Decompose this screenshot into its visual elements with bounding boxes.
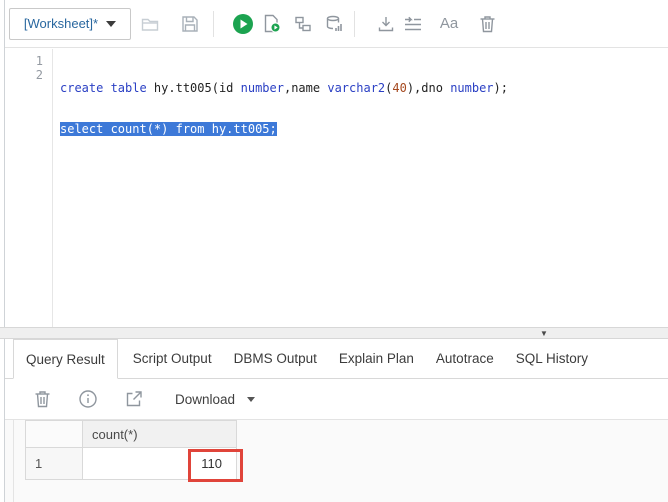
result-toolbar: Download: [5, 379, 668, 420]
grid-corner-cell[interactable]: [25, 420, 83, 448]
open-in-new-icon[interactable]: [123, 388, 145, 410]
run-statement-icon[interactable]: [232, 13, 254, 35]
editor-toolbar: [Worksheet]* Aa: [5, 0, 668, 48]
delete-result-icon[interactable]: [31, 388, 53, 410]
toolbar-separator: [213, 10, 214, 37]
sql-worksheet-app: [Worksheet]* Aa 1 2 create table hy.tt00…: [0, 0, 668, 502]
grid-area-border: [13, 420, 14, 502]
line-number: 1: [35, 54, 43, 68]
download-editor-icon[interactable]: [375, 13, 397, 35]
tab-autotrace[interactable]: Autotrace: [424, 339, 505, 378]
tab-sql-history[interactable]: SQL History: [504, 339, 599, 378]
download-caret-icon: [247, 396, 256, 402]
worksheet-label: [Worksheet]*: [23, 16, 99, 31]
toolbar-separator: [354, 10, 355, 37]
tab-explain-plan[interactable]: Explain Plan: [327, 339, 425, 378]
collapse-panel-icon[interactable]: ▼: [540, 329, 548, 338]
panel-splitter[interactable]: ▼: [0, 327, 668, 339]
save-icon[interactable]: [179, 13, 201, 35]
line-number-gutter: 1 2: [5, 49, 53, 327]
result-grid-area: count(*) 1 110: [5, 420, 668, 502]
chevron-down-icon: [106, 20, 117, 27]
sql-code-editor[interactable]: 1 2 create table hy.tt005(id number,name…: [5, 49, 668, 327]
result-panel: Query Result Script Output DBMS Output E…: [5, 339, 668, 502]
autotrace-icon[interactable]: [323, 13, 345, 35]
code-line-1: create table hy.tt005(id number,name var…: [60, 81, 508, 95]
tab-dbms-output[interactable]: DBMS Output: [222, 339, 328, 378]
line-number: 2: [35, 67, 43, 82]
download-result-button[interactable]: Download: [175, 391, 256, 407]
run-script-icon[interactable]: [260, 13, 282, 35]
tab-script-output[interactable]: Script Output: [121, 339, 223, 378]
format-icon[interactable]: [402, 13, 424, 35]
code-line-2: select count(*) from hy.tt005;: [60, 121, 508, 137]
font-size-icon[interactable]: Aa: [436, 13, 462, 35]
code-area: create table hy.tt005(id number,name var…: [53, 49, 508, 327]
clear-icon[interactable]: [476, 13, 498, 35]
grid-header-row: count(*): [25, 420, 237, 448]
open-folder-icon[interactable]: [139, 13, 161, 35]
result-tab-bar: Query Result Script Output DBMS Output E…: [5, 339, 668, 379]
column-header-count[interactable]: count(*): [83, 420, 237, 448]
selected-text: select count(*) from hy.tt005;: [60, 121, 277, 136]
tab-query-result[interactable]: Query Result: [13, 339, 118, 379]
download-label: Download: [175, 391, 236, 407]
explain-plan-icon[interactable]: [292, 13, 314, 35]
info-icon[interactable]: [77, 388, 99, 410]
font-size-label: Aa: [439, 15, 459, 32]
row-number-cell[interactable]: 1: [25, 448, 83, 480]
annotation-highlight-box: [188, 449, 243, 482]
worksheet-selector[interactable]: [Worksheet]*: [9, 7, 131, 40]
